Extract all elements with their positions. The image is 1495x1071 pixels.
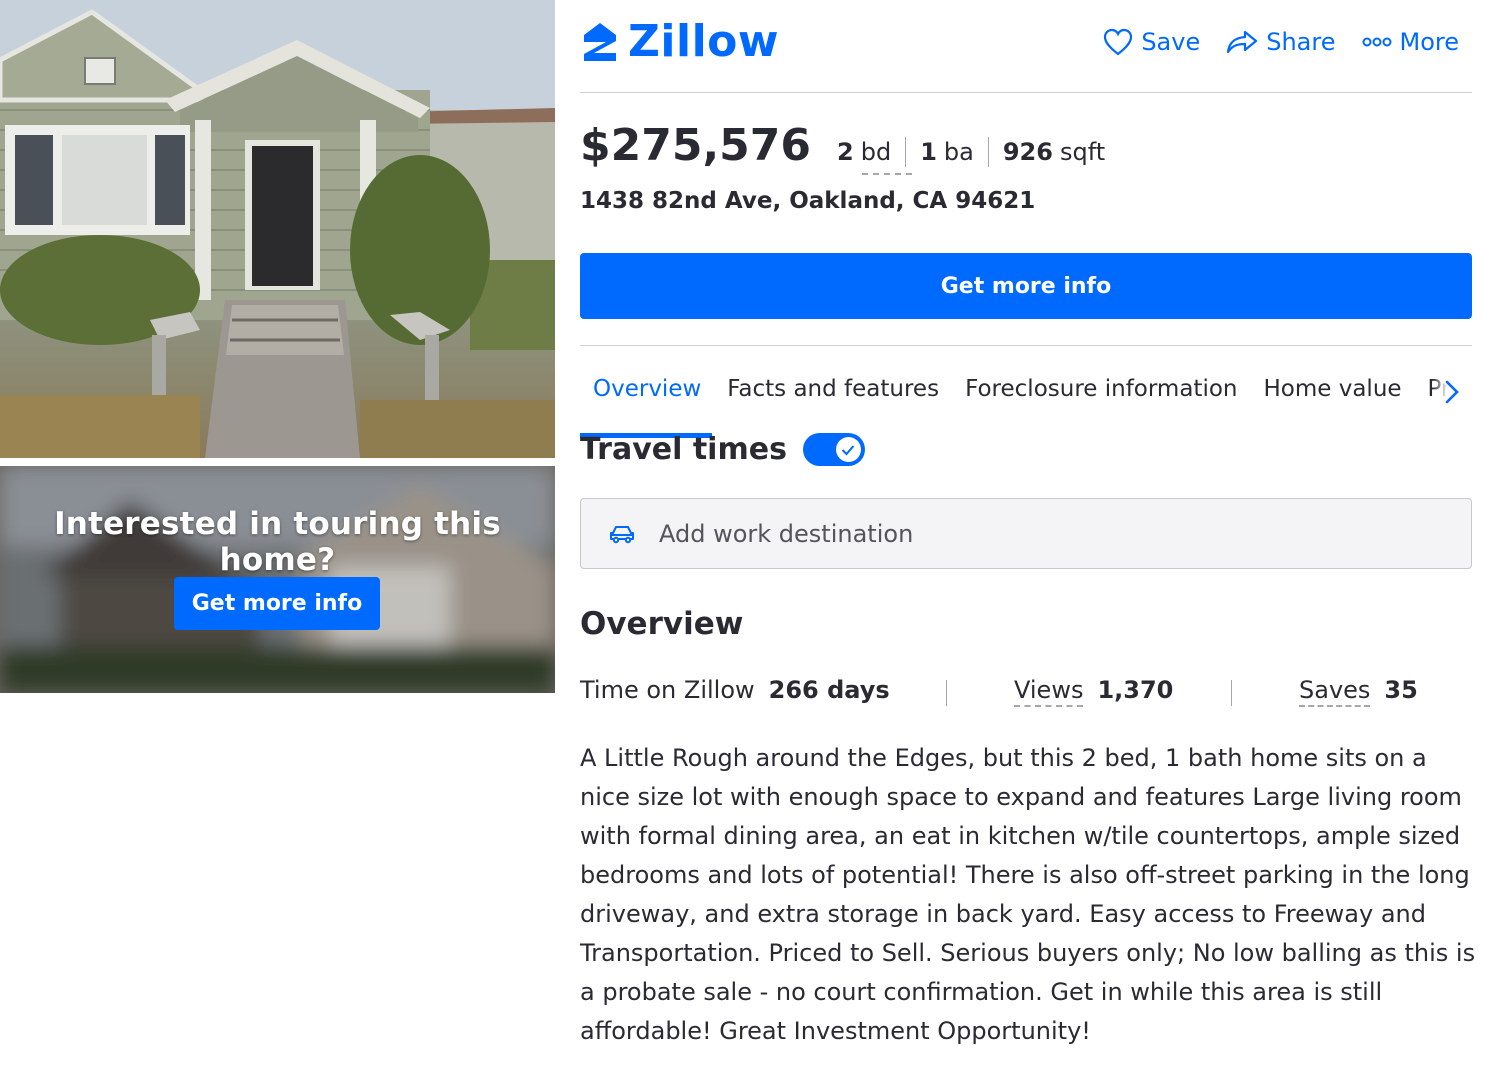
section-tabs: Overview Facts and features Foreclosure …: [580, 360, 1472, 438]
tab-facts-and-features[interactable]: Facts and features: [714, 360, 952, 424]
stat-time-on-zillow: Time on Zillow 266 days: [580, 676, 890, 704]
share-button[interactable]: Share: [1226, 28, 1336, 56]
price-row: $275,576 2 bd 1 ba 926 sqft: [580, 120, 1119, 171]
header-actions: Save Share More: [1103, 28, 1459, 56]
bed-bath-sqft: 2 bd 1 ba 926 sqft: [837, 137, 1119, 167]
tab-home-value[interactable]: Home value: [1250, 360, 1414, 424]
baths-underline: [862, 173, 912, 175]
share-label: Share: [1266, 28, 1336, 56]
overview-stats: Time on Zillow 266 days Views 1,370 Save…: [580, 676, 1472, 716]
property-photo[interactable]: [0, 0, 555, 458]
stat-time-on-zillow-value: 266 days: [768, 676, 890, 704]
listing-price: $275,576: [580, 120, 812, 171]
get-more-info-button[interactable]: Get more info: [580, 253, 1472, 319]
save-label: Save: [1141, 28, 1201, 56]
baths-value: 1: [920, 138, 937, 166]
check-icon: [842, 444, 855, 455]
toggle-knob: [835, 437, 861, 462]
share-arrow-icon: [1227, 30, 1258, 54]
heart-icon: [1104, 28, 1133, 56]
tab-foreclosure-information[interactable]: Foreclosure information: [952, 360, 1250, 424]
stat-time-on-zillow-label: Time on Zillow: [580, 676, 755, 704]
tour-get-more-info-button[interactable]: Get more info: [174, 577, 380, 630]
car-icon: [610, 525, 634, 543]
zillow-wordmark: Zillow: [628, 16, 780, 67]
header-divider: [580, 92, 1472, 93]
sqft-value: 926: [1002, 138, 1053, 166]
more-dots-icon: [1362, 37, 1391, 47]
baths-fact[interactable]: 1 ba: [905, 137, 988, 167]
travel-times-toggle[interactable]: [802, 433, 865, 466]
listing-address: 1438 82nd Ave, Oakland, CA 94621: [580, 188, 1036, 214]
zillow-house-icon: [584, 23, 616, 61]
listing-description: A Little Rough around the Edges, but thi…: [580, 744, 1476, 1045]
travel-times-header: Travel times: [580, 432, 865, 467]
stat-views-value: 1,370: [1097, 676, 1174, 704]
stat-saves-value: 35: [1384, 676, 1418, 704]
beds-unit: bd: [860, 138, 892, 166]
chevron-right-icon: [1445, 380, 1459, 404]
zillow-logo[interactable]: Zillow: [580, 18, 779, 66]
stat-saves[interactable]: Saves 35: [1299, 676, 1418, 707]
work-destination-placeholder: Add work destination: [659, 519, 914, 548]
sqft-unit: sqft: [1059, 138, 1106, 166]
tour-title: Interested in touring this home?: [54, 506, 501, 578]
work-destination-input[interactable]: Add work destination: [580, 498, 1472, 569]
tab-overview[interactable]: Overview: [580, 360, 714, 424]
save-button[interactable]: Save: [1103, 28, 1200, 56]
overview-title: Overview: [580, 606, 744, 642]
more-button[interactable]: More: [1362, 28, 1460, 56]
stat-divider: [1231, 680, 1232, 706]
stat-divider: [946, 680, 947, 706]
travel-times-title: Travel times: [580, 432, 787, 467]
tabs-scroll-right-button[interactable]: [1432, 372, 1472, 412]
sqft-fact: 926 sqft: [987, 137, 1119, 167]
beds-fact: 2 bd: [837, 137, 905, 167]
cta-divider: [580, 345, 1472, 346]
baths-unit: ba: [943, 138, 974, 166]
beds-value: 2: [837, 138, 854, 166]
stat-views-label: Views: [1014, 676, 1084, 707]
stat-saves-label: Saves: [1299, 676, 1371, 707]
more-label: More: [1399, 28, 1460, 56]
stat-views[interactable]: Views 1,370: [1014, 676, 1173, 707]
